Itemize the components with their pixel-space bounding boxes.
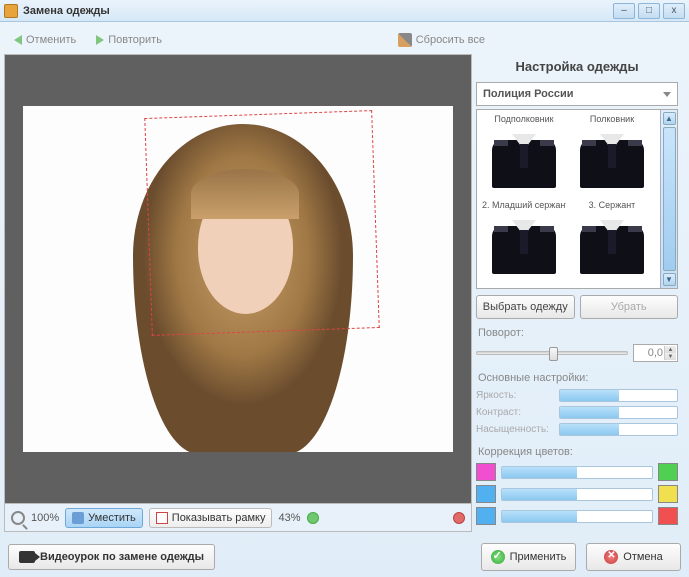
gallery-item[interactable]: 3. Сержант (570, 200, 654, 284)
main-toolbar: Отменить Повторить Сбросить все (4, 26, 685, 54)
camera-icon (19, 551, 35, 563)
color-swatch-magenta[interactable] (476, 463, 496, 481)
undo-icon (14, 35, 22, 45)
bottom-bar: Видеоурок по замене одежды Применить Отм… (8, 543, 681, 571)
redo-button[interactable]: Повторить (91, 31, 167, 49)
canvas-area[interactable] (5, 55, 471, 503)
scroll-up-button[interactable]: ▲ (663, 112, 676, 125)
fit-icon (72, 512, 84, 524)
color-swatch-yellow[interactable] (658, 485, 678, 503)
check-icon (491, 550, 505, 564)
item-label: 2. Младший сержант (482, 200, 566, 210)
color-slider-1[interactable] (501, 466, 653, 479)
contrast-slider[interactable] (559, 406, 678, 419)
show-frame-label: Показывать рамку (172, 512, 266, 524)
video-tutorial-button[interactable]: Видеоурок по замене одежды (8, 544, 215, 570)
uniform-thumbnail (572, 212, 652, 274)
fit-button[interactable]: Уместить (65, 508, 143, 528)
color-slider-2[interactable] (501, 488, 653, 501)
saturation-label: Насыщенность: (476, 424, 554, 435)
photo (23, 106, 453, 452)
settings-panel: Настройка одежды Полиция России Подполко… (476, 54, 678, 532)
basic-settings-label: Основные настройки: (478, 372, 678, 384)
uniform-thumbnail (484, 212, 564, 274)
uniform-thumbnail (572, 126, 652, 188)
undo-button[interactable]: Отменить (9, 31, 81, 49)
color-swatch-green[interactable] (658, 463, 678, 481)
opacity-down-button[interactable] (453, 512, 465, 524)
brightness-slider[interactable] (559, 389, 678, 402)
close-button[interactable]: x (663, 3, 685, 19)
cancel-icon (604, 550, 618, 564)
chevron-down-icon (663, 92, 671, 97)
gallery-item[interactable]: Полковник (570, 114, 654, 198)
scroll-down-button[interactable]: ▼ (663, 273, 676, 286)
redo-label: Повторить (108, 34, 162, 46)
window-title: Замена одежды (23, 5, 613, 17)
color-swatch-blue2[interactable] (476, 507, 496, 525)
video-label: Видеоурок по замене одежды (40, 551, 204, 563)
color-swatch-blue[interactable] (476, 485, 496, 503)
canvas-panel: 100% Уместить Показывать рамку 43% (4, 54, 472, 532)
minimize-button[interactable]: – (613, 3, 635, 19)
category-value: Полиция России (483, 88, 574, 100)
rotation-label: Поворот: (478, 327, 678, 339)
scroll-thumb[interactable] (663, 127, 676, 271)
reset-label: Сбросить все (416, 34, 485, 46)
color-slider-3[interactable] (501, 510, 653, 523)
zoom-percent: 100% (31, 512, 59, 524)
spin-up[interactable]: ▲ (664, 346, 676, 353)
opacity-up-button[interactable] (307, 512, 319, 524)
brightness-label: Яркость: (476, 390, 554, 401)
color-correction-label: Коррекция цветов: (478, 446, 678, 458)
settings-title: Настройка одежды (476, 54, 678, 82)
spin-down[interactable]: ▼ (664, 353, 676, 360)
title-bar: Замена одежды – □ x (0, 0, 689, 22)
remove-clothing-button[interactable]: Убрать (580, 295, 679, 319)
zoom-bar: 100% Уместить Показывать рамку 43% (5, 503, 471, 531)
show-frame-button[interactable]: Показывать рамку (149, 508, 273, 528)
maximize-button[interactable]: □ (638, 3, 660, 19)
apply-label: Применить (510, 551, 567, 563)
item-label: Полковник (590, 114, 634, 124)
clothing-gallery: Подполковник Полковник 2. Младший сержан… (476, 109, 678, 289)
opacity-value: 43% (278, 512, 300, 524)
app-icon (4, 4, 18, 18)
undo-label: Отменить (26, 34, 76, 46)
reset-all-button[interactable]: Сбросить все (393, 30, 490, 50)
cancel-label: Отмена (623, 551, 662, 563)
choose-clothing-button[interactable]: Выбрать одежду (476, 295, 575, 319)
apply-button[interactable]: Применить (481, 543, 576, 571)
item-label: Подполковник (494, 114, 553, 124)
rotation-value: 0,0 (648, 347, 663, 359)
frame-icon (156, 512, 168, 524)
category-dropdown[interactable]: Полиция России (476, 82, 678, 106)
saturation-slider[interactable] (559, 423, 678, 436)
gallery-item[interactable]: 2. Младший сержант (482, 200, 566, 284)
redo-icon (96, 35, 104, 45)
color-swatch-red[interactable] (658, 507, 678, 525)
rotation-spinbox[interactable]: 0,0 ▲▼ (633, 344, 678, 362)
item-label: 3. Сержант (589, 200, 636, 210)
fit-label: Уместить (88, 512, 136, 524)
person-image (103, 124, 383, 452)
reset-icon (398, 33, 412, 47)
cancel-button[interactable]: Отмена (586, 543, 681, 571)
uniform-thumbnail (484, 126, 564, 188)
gallery-item[interactable]: Подполковник (482, 114, 566, 198)
zoom-icon (11, 511, 25, 525)
rotation-slider[interactable] (476, 351, 628, 355)
gallery-scrollbar[interactable]: ▲ ▼ (660, 110, 677, 288)
contrast-label: Контраст: (476, 407, 554, 418)
